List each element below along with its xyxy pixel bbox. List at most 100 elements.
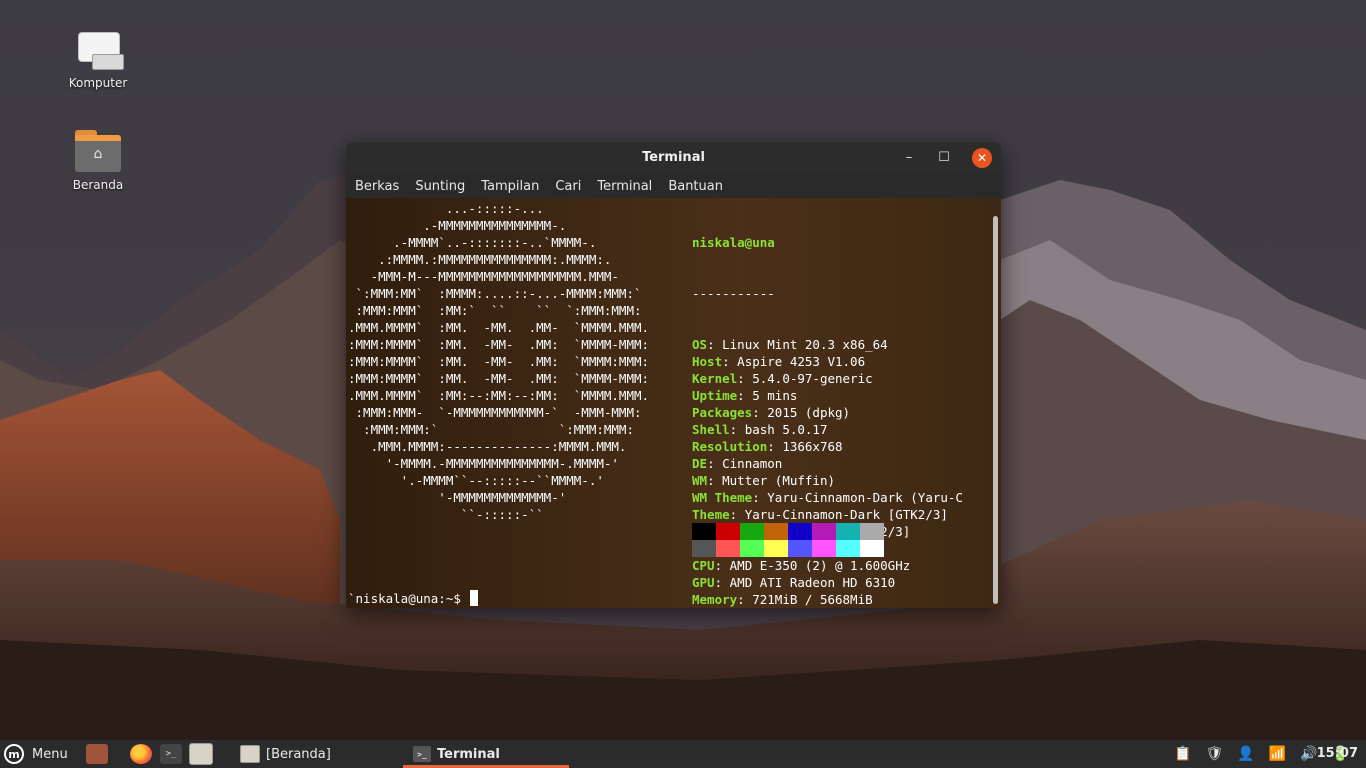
info-value: 721MiB / 5668MiB (752, 592, 873, 607)
info-row: WM Theme: Yaru-Cinnamon-Dark (Yaru-C (692, 489, 963, 506)
info-value: 1366x768 (782, 439, 843, 454)
info-value: AMD E-350 (2) @ 1.600GHz (729, 558, 911, 573)
ascii-line: :MMM:MMM` :MM:` `` `` `:MMM:MMM: (348, 303, 642, 318)
ascii-line: .:MMMM.:MMMMMMMMMMMMMMM:.MMMM:. (348, 252, 612, 267)
info-row: GPU: AMD ATI Radeon HD 6310 (692, 574, 963, 591)
info-row: CPU: AMD E-350 (2) @ 1.600GHz (692, 557, 963, 574)
info-colon: : (729, 422, 745, 437)
menu-item-terminal[interactable]: Terminal (597, 179, 652, 194)
terminal-content[interactable]: ...-:::::-... .-MMMMMMMMMMMMMMM-. .-MMMM… (346, 198, 1001, 608)
ascii-line: :MMM:MMMM` :MM. -MM- .MM: `MMMM:MMM: (348, 354, 650, 369)
info-value: AMD ATI Radeon HD 6310 (729, 575, 896, 590)
shield-icon[interactable]: 🛡 (1205, 746, 1223, 762)
info-key: Packages (692, 405, 753, 420)
info-key: DE (692, 456, 708, 471)
menu-item-sunting[interactable]: Sunting (415, 179, 465, 194)
palette-swatch (860, 540, 884, 557)
clipboard-icon[interactable]: 📋 (1174, 746, 1191, 762)
shell-prompt[interactable]: `niskala@una:~$ (348, 590, 479, 606)
ascii-line: .MMM.MMMM` :MM:--:MM:--:MM: `MMMM.MMM. (348, 388, 650, 403)
folder-icon (240, 745, 260, 763)
desktop-icon-label: Komputer (68, 76, 128, 90)
computer-icon (76, 30, 124, 70)
show-desktop-icon (86, 744, 108, 764)
info-colon: : (752, 490, 768, 505)
info-row: Uptime: 5 mins (692, 387, 963, 404)
palette-swatch (716, 540, 740, 557)
menu-item-berkas[interactable]: Berkas (355, 179, 399, 194)
text-cursor (470, 590, 479, 606)
close-button[interactable]: ✕ (972, 148, 992, 168)
info-row: Shell: bash 5.0.17 (692, 421, 963, 438)
palette-swatch (860, 523, 884, 540)
info-colon: : (714, 558, 730, 573)
window-titlebar[interactable]: Terminal – ☐ ✕ (346, 142, 1001, 174)
info-value: 5 mins (752, 388, 798, 403)
info-colon: : (714, 575, 730, 590)
palette-swatch (788, 523, 812, 540)
menu-item-cari[interactable]: Cari (555, 179, 581, 194)
maximize-button[interactable]: ☐ (934, 148, 954, 168)
info-key: Memory (692, 592, 738, 607)
info-row: OS: Linux Mint 20.3 x86_64 (692, 336, 963, 353)
home-folder-icon: ⌂ (75, 130, 121, 172)
ascii-line: '-MMMM.-MMMMMMMMMMMMMMM-.MMMM-' (348, 456, 619, 471)
info-key: Uptime (692, 388, 738, 403)
info-row: Theme: Yaru-Cinnamon-Dark [GTK2/3] (692, 506, 963, 523)
minimize-button[interactable]: – (899, 148, 919, 168)
ascii-line: .MMM.MMMM:--------------:MMMM.MMM. (348, 439, 627, 454)
ascii-line: '.-MMMM``--:::::--``MMMM-.' (348, 473, 604, 488)
info-value: Mutter (Muffin) (722, 473, 836, 488)
volume-icon[interactable]: 🔊 (1300, 746, 1317, 762)
user-icon[interactable]: 👤 (1237, 746, 1254, 762)
ascii-line: ``-:::::-`` (348, 507, 544, 522)
palette-swatch (716, 523, 740, 540)
palette-swatch (740, 540, 764, 557)
launcher-show-desktop[interactable] (86, 740, 108, 768)
ascii-line: :MMM:MMMM` :MM. -MM- .MM: `MMMM-MMM: (348, 371, 650, 386)
ascii-logo: ...-:::::-... .-MMMMMMMMMMMMMMM-. .-MMMM… (348, 200, 649, 523)
ascii-line: .-MMMM`..-:::::::-..`MMMM-. (348, 235, 597, 250)
window-label: [Beranda] (266, 746, 331, 762)
clock[interactable]: 15:07 (1317, 746, 1358, 761)
ascii-line: :MMM:MMMM` :MM. -MM- .MM: `MMMM-MMM: (348, 337, 650, 352)
terminal-icon: >_ (160, 744, 182, 764)
folder-icon (189, 743, 213, 765)
menu-item-tampilan[interactable]: Tampilan (481, 179, 539, 194)
taskbar-window-beranda[interactable]: [Beranda] (230, 740, 341, 768)
mint-logo-icon: m (4, 744, 24, 764)
desktop-icon-beranda[interactable]: ⌂ Beranda (48, 130, 148, 192)
info-value: 2015 (dpkg) (767, 405, 851, 420)
menu-bar: Berkas Sunting Tampilan Cari Terminal Ba… (346, 174, 1001, 198)
palette-swatch (764, 523, 788, 540)
info-key: Host (692, 354, 723, 369)
info-row: WM: Mutter (Muffin) (692, 472, 963, 489)
info-colon: : (767, 439, 783, 454)
info-row: DE: Cinnamon (692, 455, 963, 472)
info-colon: : (707, 456, 723, 471)
launcher-files[interactable] (189, 740, 213, 768)
info-row: Host: Aspire 4253 V1.06 (692, 353, 963, 370)
palette-swatch (788, 540, 812, 557)
info-key: OS (692, 337, 708, 352)
firefox-icon (130, 744, 152, 764)
terminal-icon: >_ (413, 746, 431, 762)
menu-item-bantuan[interactable]: Bantuan (668, 179, 723, 194)
info-value: Cinnamon (722, 456, 783, 471)
ascii-line: :MMM:MMM:` `:MMM:MMM: (348, 422, 634, 437)
info-key: WM Theme (692, 490, 753, 505)
menu-button[interactable]: m Menu (4, 740, 68, 768)
scrollbar[interactable] (993, 216, 998, 604)
color-palette (692, 523, 884, 557)
terminal-window[interactable]: Terminal – ☐ ✕ Berkas Sunting Tampilan C… (346, 142, 1001, 608)
ascii-line: ...-:::::-... (348, 201, 544, 216)
desktop-icon-komputer[interactable]: Komputer (48, 30, 148, 90)
taskbar-window-terminal[interactable]: >_ Terminal (403, 740, 510, 768)
info-colon: : (737, 592, 753, 607)
info-colon: : (707, 337, 723, 352)
launcher-firefox[interactable] (130, 740, 152, 768)
launcher-terminal[interactable]: >_ (160, 740, 182, 768)
prompt-text: `niskala@una:~$ (348, 591, 469, 606)
wifi-icon[interactable]: 📶 (1269, 746, 1286, 762)
info-key: Resolution (692, 439, 768, 454)
